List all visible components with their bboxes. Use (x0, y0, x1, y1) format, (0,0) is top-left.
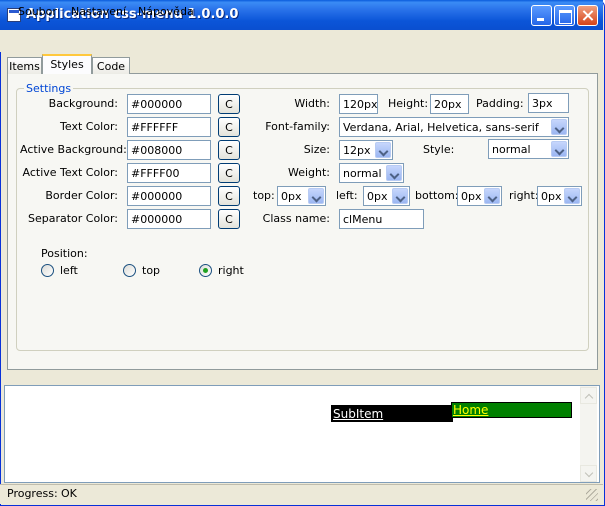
chevron-down-icon[interactable] (551, 141, 567, 157)
status-label: Progress: (7, 487, 58, 500)
tab-styles[interactable]: Styles (42, 54, 92, 74)
menu-soubor[interactable]: Soubor (18, 5, 57, 18)
menu-bar (0, 30, 603, 52)
border-right-value: 0px (541, 190, 562, 203)
height-input[interactable]: 20px (430, 94, 469, 114)
chevron-down-icon[interactable] (386, 165, 402, 181)
text-color-button[interactable]: C (218, 117, 240, 137)
position-top-radio[interactable] (123, 264, 136, 277)
border-right-select[interactable]: 0px (537, 186, 582, 206)
status-value: OK (61, 487, 77, 500)
border-bottom-label: bottom: (415, 189, 459, 202)
background-label: Background: (48, 97, 118, 110)
active-background-label: Active Background: (20, 143, 127, 156)
weight-value: normal (343, 167, 382, 180)
padding-label: Padding: (476, 97, 524, 110)
width-input[interactable]: 120px (339, 94, 378, 114)
border-left-select[interactable]: 0px (363, 186, 410, 206)
status-bar (0, 484, 603, 504)
border-bottom-value: 0px (461, 190, 482, 203)
border-color-label: Border Color: (45, 189, 118, 202)
chevron-down-icon[interactable] (308, 188, 324, 204)
class-name-input[interactable]: clMenu (339, 209, 424, 229)
active-text-color-label: Active Text Color: (22, 166, 119, 179)
font-family-select[interactable]: Verdana, Arial, Helvetica, sans-serif (339, 117, 569, 137)
text-color-input[interactable]: #FFFFFF (127, 117, 211, 137)
chevron-down-icon[interactable] (392, 188, 408, 204)
height-label: Height: (388, 97, 429, 110)
chevron-down-icon[interactable] (375, 142, 391, 158)
chevron-down-icon[interactable] (484, 188, 500, 204)
weight-label: Weight: (287, 166, 330, 179)
preview-subitem[interactable]: SubItem (331, 405, 453, 422)
settings-legend: Settings (24, 82, 74, 95)
background-color-button[interactable]: C (218, 94, 240, 114)
scroll-up-icon[interactable] (580, 387, 597, 404)
position-top-label[interactable]: top (142, 264, 160, 277)
border-left-value: 0px (367, 190, 388, 203)
border-color-button[interactable]: C (218, 186, 240, 206)
tab-items[interactable]: Items (7, 57, 42, 74)
position-right-radio[interactable] (199, 264, 212, 277)
scroll-down-icon[interactable] (580, 465, 597, 482)
active-background-input[interactable]: #008000 (127, 140, 211, 160)
menu-nastaveni[interactable]: Nastavení (71, 5, 126, 18)
border-top-label: top: (253, 189, 275, 202)
preview-home-item[interactable]: Home (451, 402, 572, 418)
minimize-button[interactable] (531, 5, 552, 26)
separator-color-button[interactable]: C (218, 209, 240, 229)
size-value: 12px (343, 144, 371, 157)
position-right-label[interactable]: right (218, 264, 244, 277)
class-name-label: Class name: (262, 212, 330, 225)
position-label: Position: (41, 247, 88, 260)
menu-preview (4, 385, 600, 483)
border-top-value: 0px (281, 190, 302, 203)
position-left-label[interactable]: left (60, 264, 78, 277)
style-select[interactable]: normal (488, 139, 569, 159)
chevron-down-icon[interactable] (564, 188, 580, 204)
style-label: Style: (423, 143, 455, 156)
border-right-label: right: (509, 189, 539, 202)
chevron-down-icon[interactable] (551, 119, 567, 135)
active-text-color-button[interactable]: C (218, 163, 240, 183)
width-label: Width: (294, 97, 330, 110)
size-select[interactable]: 12px (339, 140, 393, 160)
text-color-label: Text Color: (60, 120, 118, 133)
size-label: Size: (303, 143, 330, 156)
border-bottom-select[interactable]: 0px (457, 186, 502, 206)
padding-input[interactable]: 3px (528, 93, 569, 113)
font-family-value: Verdana, Arial, Helvetica, sans-serif (343, 121, 539, 134)
resize-grip-icon[interactable] (586, 489, 598, 501)
window-title: Application css-menu 1.0.0.0 (26, 7, 239, 22)
separator-color-label: Separator Color: (27, 212, 118, 225)
border-color-input[interactable]: #000000 (127, 186, 211, 206)
active-background-button[interactable]: C (218, 140, 240, 160)
style-value: normal (492, 143, 531, 156)
separator-color-input[interactable]: #000000 (127, 209, 211, 229)
weight-select[interactable]: normal (339, 163, 404, 183)
maximize-button[interactable] (554, 5, 575, 26)
tab-code[interactable]: Code (92, 57, 130, 74)
active-text-color-input[interactable]: #FFFF00 (127, 163, 211, 183)
border-left-label: left: (336, 189, 358, 202)
close-button[interactable] (577, 5, 598, 26)
background-input[interactable]: #000000 (127, 94, 211, 114)
border-top-select[interactable]: 0px (277, 186, 326, 206)
menu-napoveda[interactable]: Nápověda (138, 5, 194, 18)
position-left-radio[interactable] (41, 264, 54, 277)
font-family-label: Font-family: (265, 120, 330, 133)
